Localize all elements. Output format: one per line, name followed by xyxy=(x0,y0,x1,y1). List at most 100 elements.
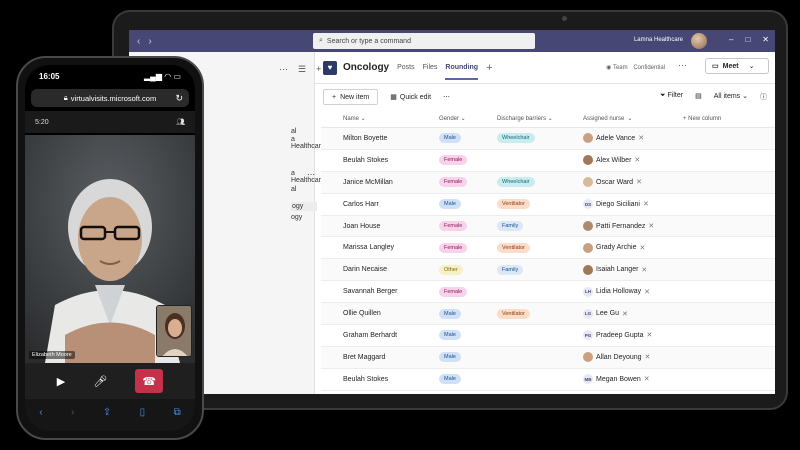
maximize-icon[interactable]: □ xyxy=(745,35,750,44)
table-row[interactable]: Darin Necaise Other Family Isaiah Langer ✕ xyxy=(321,259,775,282)
camera-toggle-icon[interactable]: ▶︎ xyxy=(57,375,65,388)
close-icon[interactable]: ✕ xyxy=(762,35,769,44)
filter-icon[interactable]: ☰ xyxy=(298,64,306,75)
nurse-cell: Oscar Ward ✕ xyxy=(583,177,677,188)
remove-nurse-icon[interactable]: ✕ xyxy=(645,353,651,361)
panel-text[interactable]: a Healthcare xyxy=(291,136,325,150)
column-barriers[interactable]: Discharge barriers ⌄ xyxy=(497,115,583,122)
participants-icon[interactable]: 👥︎ xyxy=(176,118,185,126)
remove-nurse-icon[interactable]: ✕ xyxy=(644,375,650,383)
barrier-pill: Wheelchair xyxy=(497,133,535,144)
table-row[interactable]: Ollie Quillen Male Ventilator LG Lee Gu ✕ xyxy=(321,303,775,326)
nurse-cell: Adele Vance ✕ xyxy=(583,133,677,144)
info-icon[interactable]: ⓘ xyxy=(760,92,767,102)
add-column-button[interactable]: + New column xyxy=(677,116,775,122)
table-row[interactable]: Joan House Female Family Patti Fernandez ✕ xyxy=(321,215,775,238)
search-input[interactable]: ⌕ Search or type a command xyxy=(313,33,535,49)
phone-icon: ☎︎ xyxy=(142,375,157,388)
remove-nurse-icon[interactable]: ✕ xyxy=(648,222,654,230)
remove-nurse-icon[interactable]: ✕ xyxy=(644,288,650,296)
patient-name[interactable]: Marissa Langley xyxy=(321,244,439,251)
remove-nurse-icon[interactable]: ✕ xyxy=(636,178,642,186)
column-name[interactable]: Name ⌄ xyxy=(321,115,439,122)
panel-text[interactable]: ogy xyxy=(291,214,302,221)
filter-button[interactable]: ⏷ Filter xyxy=(660,92,683,102)
remove-nurse-icon[interactable]: ✕ xyxy=(643,200,649,208)
add-tab-icon[interactable]: + xyxy=(486,62,492,74)
remove-nurse-icon[interactable]: ✕ xyxy=(634,156,640,164)
table-row[interactable]: Beulah Stokes Female Alex Wilber ✕ xyxy=(321,150,775,172)
patient-name[interactable]: Joan House xyxy=(321,223,439,230)
table-row[interactable]: Carlos Harr Male Ventilator DS Diego Sicilia… xyxy=(321,194,775,216)
remove-nurse-icon[interactable]: ✕ xyxy=(641,266,647,274)
patient-name[interactable]: Ollie Quillen xyxy=(321,310,439,317)
channel-more-icon[interactable]: ⋯ xyxy=(678,60,687,71)
reload-icon[interactable]: ↻ xyxy=(175,93,183,104)
back-arrow-icon[interactable]: ‹ xyxy=(137,36,140,47)
view-selector[interactable]: All items ⌄ xyxy=(714,92,748,102)
minimize-icon[interactable]: – xyxy=(729,35,733,44)
patient-name[interactable]: Beulah Stokes xyxy=(321,157,439,164)
remove-nurse-icon[interactable]: ✕ xyxy=(622,310,628,318)
patient-name[interactable]: Graham Berhardt xyxy=(321,332,439,339)
patient-name[interactable]: Bret Maggard xyxy=(321,354,439,361)
tab-posts[interactable]: Posts xyxy=(397,64,415,71)
gender-cell: Male xyxy=(439,133,497,144)
table-row[interactable]: Bret Maggard Male Allan Deyoung ✕ xyxy=(321,346,775,369)
forward-icon[interactable]: › xyxy=(71,407,74,418)
call-timer: 5:20 xyxy=(35,118,49,126)
list-toolbar: + New item ▦ Quick edit ⋯ ⏷ Filter ▤ All… xyxy=(315,84,775,110)
panel-text-selected[interactable]: ogy xyxy=(291,202,318,211)
patient-name[interactable]: Darin Necaise xyxy=(321,266,439,273)
remove-nurse-icon[interactable]: ✕ xyxy=(646,331,652,339)
nurse-name: Isaiah Langer xyxy=(596,266,639,274)
tablet-camera xyxy=(562,16,567,21)
table-row[interactable]: Milton Boyette Male Wheelchair Adele Vance ✕ xyxy=(321,128,775,150)
gender-cell: Male xyxy=(439,352,497,363)
hang-up-button[interactable]: ☎︎ xyxy=(135,369,164,393)
table-row[interactable]: Beulah Stokes Male MB Megan Bowen ✕ xyxy=(321,369,775,391)
back-icon[interactable]: ‹ xyxy=(39,407,42,418)
panel-text[interactable]: al xyxy=(291,186,296,193)
column-label: Gender xyxy=(439,116,460,122)
patient-name[interactable]: Beulah Stokes xyxy=(321,376,439,383)
team-label: Team xyxy=(612,65,628,71)
column-gender[interactable]: Gender ⌄ xyxy=(439,115,497,122)
nurse-cell: PG Pradeep Gupta ✕ xyxy=(583,330,677,341)
gender-cell: Female xyxy=(439,242,497,253)
meet-button[interactable]: ▭ Meet ⌄ xyxy=(705,58,769,74)
tabs-icon[interactable]: ⧉ xyxy=(174,407,181,418)
table-row[interactable]: Marissa Langley Female Ventilator Grady Arc… xyxy=(321,237,775,260)
team-more-icon[interactable]: ⋯ xyxy=(307,170,315,179)
user-avatar[interactable] xyxy=(691,33,707,49)
new-item-button[interactable]: + New item xyxy=(323,89,379,105)
panel-text[interactable]: al xyxy=(291,128,296,135)
tab-rounding[interactable]: Rounding xyxy=(445,64,479,80)
self-view[interactable] xyxy=(156,305,192,357)
share-icon[interactable]: ⇪ xyxy=(103,407,111,418)
remove-nurse-icon[interactable]: ✕ xyxy=(639,244,645,252)
gender-pill: Male xyxy=(439,352,461,363)
view-toggle-icon[interactable]: ▤ xyxy=(695,92,702,102)
patient-name[interactable]: Janice McMillan xyxy=(321,179,439,186)
url-text: virtualvisits.microsoft.com xyxy=(70,93,157,103)
chevron-down-icon[interactable]: ⌄ xyxy=(749,62,755,70)
patient-name[interactable]: Savannah Berger xyxy=(321,288,439,295)
toolbar-more-icon[interactable]: ⋯ xyxy=(443,93,450,101)
patient-name[interactable]: Milton Boyette xyxy=(321,135,439,142)
tab-files[interactable]: Files xyxy=(423,64,438,71)
column-nurse[interactable]: Assigned nurse ⌄ xyxy=(583,115,677,123)
bookmarks-icon[interactable]: ▯ xyxy=(140,407,146,418)
address-bar[interactable]: 🔒︎ virtualvisits.microsoft.com ↻ xyxy=(31,89,189,107)
remove-nurse-icon[interactable]: ✕ xyxy=(638,134,644,142)
forward-arrow-icon[interactable]: › xyxy=(148,36,151,47)
more-options-icon[interactable]: ⋯ xyxy=(279,64,288,75)
quick-edit-button[interactable]: ▦ Quick edit xyxy=(390,93,431,102)
table-row[interactable]: Janice McMillan Female Wheelchair Oscar War… xyxy=(321,171,775,194)
patient-name[interactable]: Carlos Harr xyxy=(321,201,439,208)
eye-icon: ◉ xyxy=(606,65,613,71)
table-row[interactable]: Graham Berhardt Male PG Pradeep Gupta ✕ xyxy=(321,325,775,347)
toolbar-right: ⏷ Filter ▤ All items ⌄ ⓘ xyxy=(660,92,767,102)
table-row[interactable]: Savannah Berger Female LH Lidia Holloway ✕ xyxy=(321,281,775,304)
microphone-icon[interactable]: 🎤︎ xyxy=(93,375,107,388)
